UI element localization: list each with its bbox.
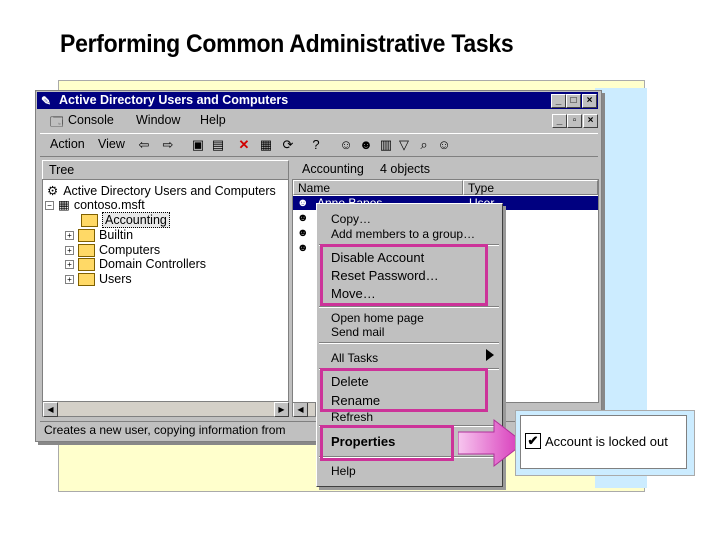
column-type[interactable]: Type bbox=[463, 180, 598, 195]
domain-icon: ▦ bbox=[58, 198, 70, 212]
close-button[interactable]: × bbox=[582, 94, 597, 108]
tree-item-label: Users bbox=[99, 272, 132, 286]
list-header: Accounting 4 objects bbox=[292, 160, 597, 178]
menu-item-add-to-group[interactable]: Add members to a group… bbox=[331, 227, 475, 241]
expand-icon[interactable]: + bbox=[65, 260, 74, 270]
scroll-left-icon[interactable]: ◀ bbox=[293, 402, 308, 417]
account-locked-label: Account is locked out bbox=[545, 434, 668, 449]
scroll-left-icon[interactable]: ◀ bbox=[43, 402, 58, 417]
menu-item-send-mail[interactable]: Send mail bbox=[331, 325, 384, 339]
tree-item-label: Builtin bbox=[99, 228, 134, 242]
properties-icon[interactable]: ▦ bbox=[258, 137, 274, 153]
expand-icon[interactable]: + bbox=[65, 231, 74, 241]
minimize-button[interactable]: _ bbox=[551, 94, 566, 108]
window-titlebar[interactable]: ✎ Active Directory Users and Computers _… bbox=[37, 92, 598, 109]
menu-item-help[interactable]: Help bbox=[331, 464, 356, 478]
list-hscrollbar[interactable]: ◀ bbox=[292, 401, 316, 417]
menu-item-copy[interactable]: Copy… bbox=[331, 212, 371, 226]
tree-root[interactable]: ⚙ Active Directory Users and Computers bbox=[47, 184, 276, 199]
folder-icon bbox=[78, 229, 95, 243]
child-restore-button[interactable]: ▫ bbox=[567, 114, 582, 128]
add-to-group-icon[interactable]: ☺ bbox=[436, 137, 452, 153]
back-icon[interactable]: ⇦ bbox=[136, 137, 152, 153]
menu-separator bbox=[319, 306, 499, 308]
status-text: Creates a new user, copying information … bbox=[44, 423, 286, 437]
new-user-icon[interactable]: ☺ bbox=[338, 137, 354, 153]
menu-help[interactable]: Help bbox=[200, 113, 226, 127]
column-name-label: Name bbox=[298, 181, 331, 195]
menu-item-all-tasks[interactable]: All Tasks bbox=[331, 351, 378, 365]
tree-pane: ⚙ Active Directory Users and Computers − ▦… bbox=[42, 179, 289, 403]
collapse-icon[interactable]: − bbox=[45, 201, 54, 211]
expand-icon[interactable]: + bbox=[65, 275, 74, 285]
scroll-right-icon[interactable]: ▶ bbox=[274, 402, 289, 417]
menu-item-open-home-page[interactable]: Open home page bbox=[331, 311, 424, 325]
submenu-arrow-icon bbox=[486, 349, 494, 361]
toolbar: Action View ⇦ ⇨ ▣ ▤ ✕ ▦ ⟳ ? ☺ ☻ ▥ ▽ ⌕ ☺ bbox=[40, 133, 598, 157]
help-icon[interactable]: ? bbox=[308, 137, 324, 153]
menu-item-refresh[interactable]: Refresh bbox=[331, 410, 373, 424]
show-tree-icon[interactable]: ▤ bbox=[210, 137, 226, 153]
menu-view[interactable]: View bbox=[98, 137, 125, 151]
window-title: Active Directory Users and Computers bbox=[59, 93, 289, 107]
highlight-frame-delete-rename bbox=[320, 368, 488, 412]
ou-folder-icon bbox=[78, 258, 95, 272]
tree-domain-label: contoso.msft bbox=[73, 198, 145, 212]
user-icon: ☻ bbox=[297, 197, 309, 209]
object-count: 4 objects bbox=[380, 162, 431, 176]
column-name[interactable]: Name bbox=[293, 180, 463, 195]
new-ou-icon[interactable]: ▥ bbox=[378, 137, 394, 153]
find-icon[interactable]: ⌕ bbox=[416, 137, 432, 153]
tree-item-label: Computers bbox=[99, 243, 161, 257]
tree-item-builtin[interactable]: + Builtin bbox=[65, 228, 133, 243]
menu-action[interactable]: Action bbox=[50, 137, 85, 151]
highlight-frame-account-actions bbox=[320, 244, 488, 306]
tree-tab[interactable]: Tree bbox=[42, 160, 289, 180]
slide-title: Performing Common Administrative Tasks bbox=[60, 30, 514, 58]
tree-root-label: Active Directory Users and Computers bbox=[63, 184, 276, 198]
new-group-icon[interactable]: ☻ bbox=[358, 137, 374, 153]
menu-window[interactable]: Window bbox=[136, 113, 180, 127]
tree-item-label: Domain Controllers bbox=[99, 257, 206, 271]
container-name: Accounting bbox=[302, 162, 364, 176]
folder-icon bbox=[78, 273, 95, 287]
user-icon[interactable]: ☻ bbox=[297, 212, 309, 224]
column-type-label: Type bbox=[468, 181, 495, 195]
highlight-frame-properties bbox=[320, 425, 454, 461]
console-menu-icon: 🗔 bbox=[50, 115, 64, 129]
tree-item-computers[interactable]: + Computers bbox=[65, 243, 160, 258]
forward-icon[interactable]: ⇨ bbox=[160, 137, 176, 153]
tree-item-accounting[interactable]: Accounting bbox=[81, 212, 170, 228]
tree-domain[interactable]: − ▦ contoso.msft bbox=[45, 198, 145, 213]
refresh-icon[interactable]: ⟳ bbox=[280, 137, 296, 153]
child-minimize-button[interactable]: _ bbox=[552, 114, 567, 128]
account-locked-checkbox[interactable]: ✔ bbox=[525, 433, 541, 449]
up-folder-icon[interactable]: ▣ bbox=[190, 137, 206, 153]
tree-tab-label: Tree bbox=[49, 163, 75, 177]
delete-icon[interactable]: ✕ bbox=[236, 137, 252, 153]
tree-hscrollbar[interactable]: ◀ ▶ bbox=[42, 401, 289, 417]
filter-icon[interactable]: ▽ bbox=[396, 137, 412, 153]
user-icon[interactable]: ☻ bbox=[297, 242, 309, 254]
menu-console[interactable]: Console bbox=[68, 113, 114, 127]
child-close-button[interactable]: × bbox=[583, 114, 598, 128]
folder-icon bbox=[78, 244, 95, 258]
tree-item-label: Accounting bbox=[102, 212, 170, 228]
menu-bar: 🗔 Console Window Help _ ▫ × bbox=[40, 111, 598, 129]
user-icon[interactable]: ☻ bbox=[297, 227, 309, 239]
ou-folder-icon bbox=[81, 214, 98, 228]
tree-item-users[interactable]: + Users bbox=[65, 272, 132, 287]
tree-item-domain-controllers[interactable]: + Domain Controllers bbox=[65, 257, 206, 272]
expand-icon[interactable]: + bbox=[65, 246, 74, 256]
app-icon: ✎ bbox=[41, 94, 52, 108]
snapin-icon: ⚙ bbox=[47, 184, 59, 198]
maximize-button[interactable]: □ bbox=[566, 94, 581, 108]
account-locked-callout: ✔ Account is locked out bbox=[520, 415, 687, 469]
menu-separator bbox=[319, 342, 499, 344]
